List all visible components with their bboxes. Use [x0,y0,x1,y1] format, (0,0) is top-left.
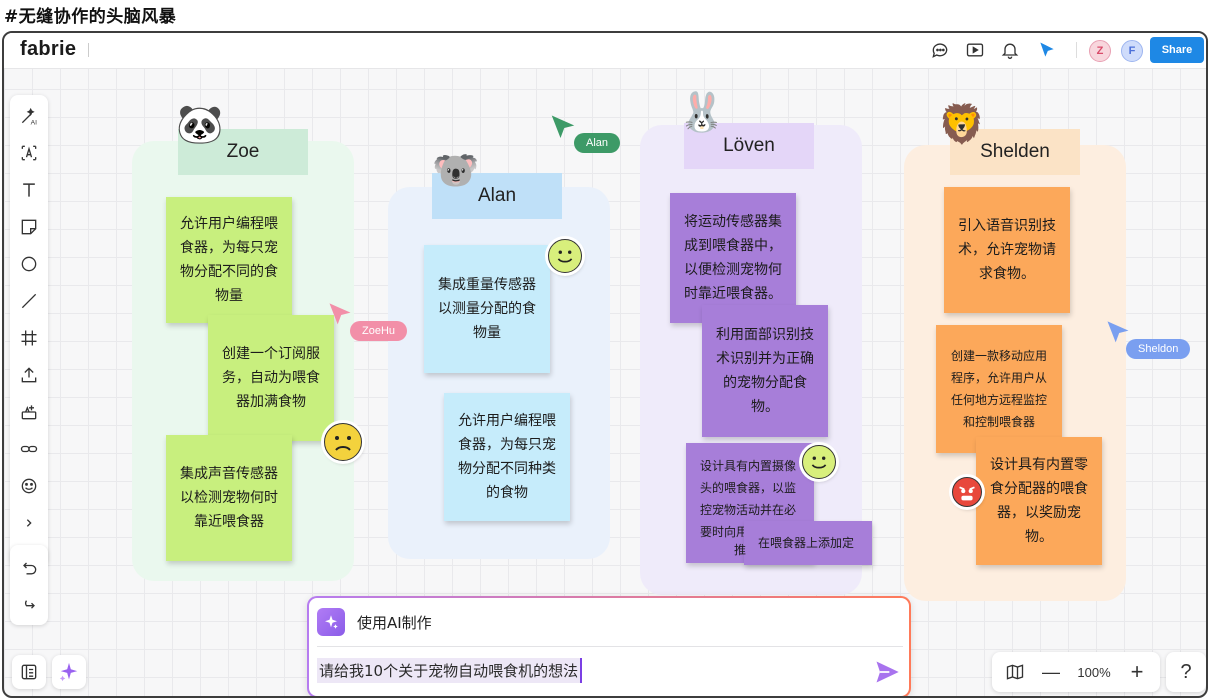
circle-icon[interactable] [16,251,42,277]
smile-face-icon[interactable] [548,239,582,273]
sticky-note[interactable]: 创建一个订阅服务，自动为喂食器加满食物 [208,315,334,441]
sticky-note[interactable]: 在喂食器上添加定 [744,521,872,565]
ai-magic-icon[interactable]: AI [16,103,42,129]
cursor-label-sheldon: Sheldon [1126,339,1191,359]
sticky-note[interactable]: 集成重量传感器以测量分配的食物量 [424,245,550,373]
sticky-note[interactable]: 引入语音识别技术，允许宠物请求食物。 [944,187,1070,313]
sticky-note[interactable]: 集成声音传感器以检测宠物何时靠近喂食器 [166,435,292,561]
sticky-note[interactable]: 设计具有内置零食分配器的喂食器，以奖励宠物。 [976,437,1102,565]
left-toolbar: AI [10,95,48,567]
logo-divider [88,43,89,57]
sticky-note[interactable]: 将运动传感器集成到喂食器中，以便检测宠物何时靠近喂食器。 [670,193,796,323]
zoom-in-button[interactable]: + [1124,659,1150,684]
map-icon[interactable] [1002,660,1028,684]
layers-panel-button[interactable] [12,655,46,689]
koala-icon: 🐨 [432,148,480,192]
cursor-arrow-icon [329,303,351,325]
comment-icon[interactable] [929,39,951,61]
emoji-icon[interactable] [16,473,42,499]
ai-prompt-input[interactable]: 请给我10个关于宠物自动喂食机的想法 [317,658,583,683]
share-button[interactable]: Share [1150,37,1204,63]
frame-icon[interactable] [16,325,42,351]
play-icon[interactable] [964,39,986,61]
sticky-note[interactable]: 允许用户编程喂食器，为每只宠物分配不同种类的食物 [444,393,570,521]
sticky-note-icon[interactable] [16,214,42,240]
rabbit-icon: 🐰 [678,90,726,134]
cursor-follow-icon[interactable] [1036,39,1058,61]
ai-prompt-panel: 使用AI制作 请给我10个关于宠物自动喂食机的想法 [307,596,911,696]
undo-icon[interactable] [16,555,42,581]
layers-icon [21,664,37,680]
toolbar-divider [1076,42,1077,58]
page-title: #无缝协作的头脑风暴 [4,7,177,27]
angry-face-icon[interactable] [952,477,982,507]
svg-text:AI: AI [31,119,37,126]
smile-face-icon[interactable] [802,445,836,479]
zoom-out-button[interactable]: — [1038,660,1064,684]
app-logo[interactable]: fabrie [20,38,76,61]
ai-sparkle-icon [317,608,345,636]
text-frame-icon[interactable] [16,140,42,166]
help-button[interactable]: ? [1166,652,1206,692]
history-toolbar [10,545,48,625]
sticky-note[interactable]: 利用面部识别技术识别并为正确的宠物分配食物。 [702,305,828,437]
redo-icon[interactable] [16,591,42,617]
ai-assistant-button[interactable] [52,655,86,689]
template-icon[interactable] [16,399,42,425]
zoom-level[interactable]: 100% [1070,660,1118,684]
sticky-note[interactable]: 创建一款移动应用程序，允许用户从任何地方远程监控和控制喂食器 [936,325,1062,453]
cursor-label-alan: Alan [574,133,621,153]
avatar-f[interactable]: F [1121,40,1143,62]
zoom-controls: — 100% + [992,652,1160,692]
cursor-label-zoehu: ZoeHu [350,321,408,341]
text-icon[interactable] [16,177,42,203]
ai-panel-divider [317,646,903,647]
sparkle-icon [59,662,78,682]
link-icon[interactable] [16,436,42,462]
line-icon[interactable] [16,288,42,314]
avatar-z[interactable]: Z [1089,40,1111,62]
upload-icon[interactable] [16,362,42,388]
top-bar: fabrie Z F Share [4,33,1206,69]
sad-face-icon[interactable] [324,423,362,461]
sticky-note[interactable]: 允许用户编程喂食器，为每只宠物分配不同的食物量 [166,197,292,323]
lion-icon: 🦁 [938,102,986,146]
bell-icon[interactable] [999,39,1021,61]
sticky-note-fragment: 推 [734,543,747,557]
ai-panel-title: 使用AI制作 [357,614,432,632]
app-window: fabrie Z F Share AI Zoe 🐼 允许用户编程喂食器，为每只宠… [2,31,1208,698]
more-icon[interactable] [16,510,42,536]
send-icon[interactable] [873,658,901,686]
cursor-arrow-icon [551,115,575,138]
panda-icon: 🐼 [176,102,224,146]
